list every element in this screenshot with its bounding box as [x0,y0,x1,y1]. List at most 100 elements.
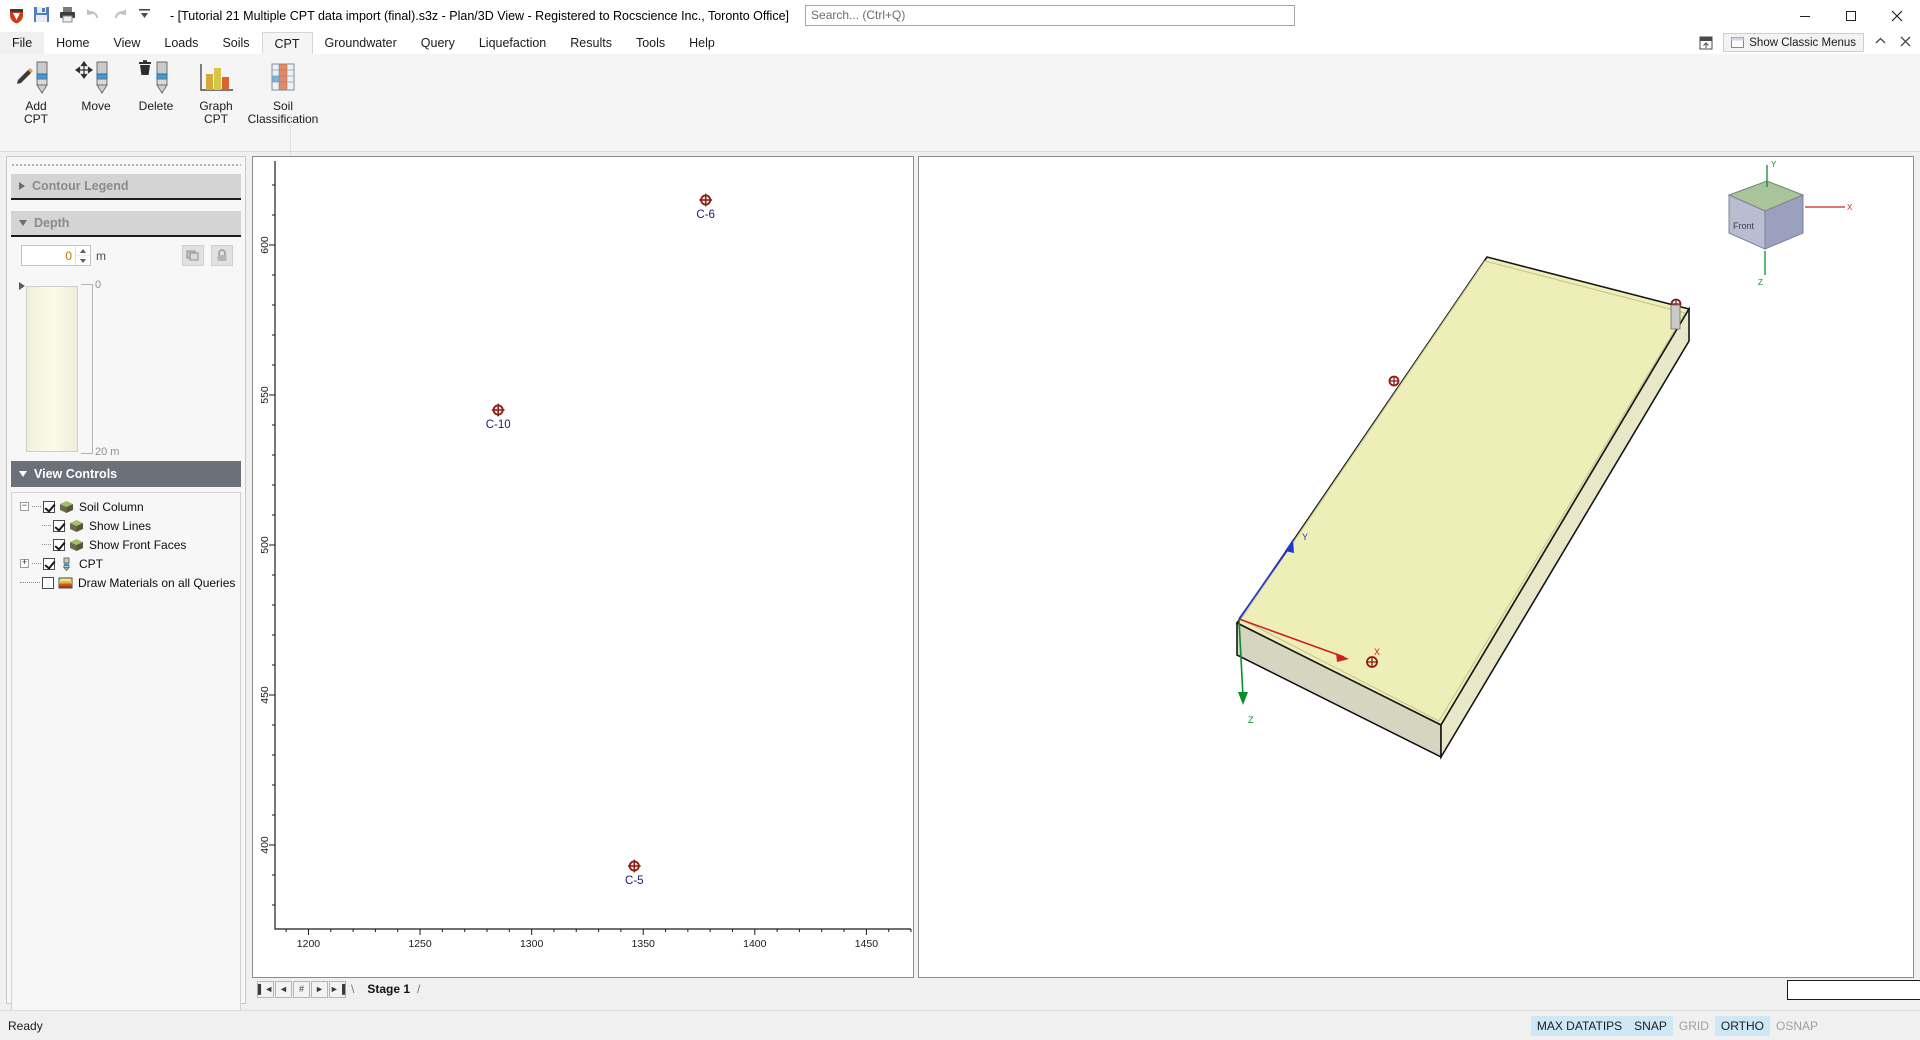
cpt-marker-3d-left-edge [1390,377,1399,386]
soil-column-checkbox[interactable] [43,501,55,513]
view-cube-widget: Front Y X Z [1729,160,1853,287]
tab-cpt[interactable]: CPT [262,32,313,54]
depth-tool-buttons [182,245,233,266]
depth-section-header[interactable]: Depth [11,211,241,237]
stage-number-button[interactable]: # [293,981,310,998]
depth-color-bar [26,286,78,452]
tab-loads[interactable]: Loads [152,32,210,54]
show-classic-menus-button[interactable]: Show Classic Menus [1723,33,1864,52]
previous-stage-button[interactable]: ◄ [275,981,292,998]
window-controls [1782,0,1920,32]
three-d-canvas[interactable]: X Y Z Front Y X Z [919,157,1913,977]
redo-icon[interactable] [111,6,130,25]
panel-drag-handle[interactable] [11,159,241,171]
cpt-point-c-6[interactable]: C-6 [696,194,715,221]
tree-item-draw-materials-on-all-queries[interactable]: Draw Materials on all Queries [20,575,240,590]
expand-expander-icon[interactable]: + [20,559,29,568]
view-controls-tree: − Soil Column Show Lines [11,492,241,1040]
stage-tab-stage-1[interactable]: Stage 1 [360,982,417,996]
depth-top-label: 0 [95,279,101,291]
x-axis-label: X [1374,647,1380,657]
delete-cpt-button[interactable]: Delete [126,54,186,113]
collapse-expander-icon[interactable]: − [20,502,29,511]
first-stage-button[interactable]: ▌◄ [257,981,274,998]
close-button[interactable] [1874,0,1920,32]
tab-results[interactable]: Results [558,32,624,54]
x-axis-tick-label: 1250 [408,938,432,950]
tab-groundwater[interactable]: Groundwater [313,32,409,54]
add-cpt-button[interactable]: Add CPT [6,54,66,126]
soil-classification-button[interactable]: Soil Classification [246,54,320,126]
depth-decrement-button[interactable] [76,256,90,265]
tab-home[interactable]: Home [44,32,101,54]
move-cpt-button[interactable]: Move [66,54,126,113]
next-stage-button[interactable]: ► [311,981,328,998]
undo-icon[interactable] [85,6,104,25]
cpt-point-c-5[interactable]: C-5 [625,860,644,887]
tab-view[interactable]: View [102,32,153,54]
print-icon[interactable] [59,6,78,25]
customize-quick-access-icon[interactable] [137,6,156,25]
tab-file[interactable]: File [0,32,44,54]
classic-menus-icon [1731,37,1744,48]
minimize-ribbon-icon[interactable] [1872,35,1889,50]
draw-materials-checkbox[interactable] [42,577,54,589]
tab-tools[interactable]: Tools [624,32,677,54]
contour-legend-section-header[interactable]: Contour Legend [11,174,241,200]
three-d-view-panel[interactable]: X Y Z Front Y X Z [918,156,1914,978]
tab-liquefaction[interactable]: Liquefaction [467,32,558,54]
application-window: - [Tutorial 21 Multiple CPT data import … [0,0,1920,1040]
status-flag-snap[interactable]: SNAP [1628,1016,1673,1036]
plan-view-panel[interactable]: 120012501300135014001450400450500550600 … [252,156,914,978]
tab-query[interactable]: Query [409,32,467,54]
depth-control-row: m [7,237,245,266]
tree-item-label: Soil Column [79,500,144,514]
depth-gradient-bar[interactable]: 0 20 m [19,278,234,458]
depth-stepper[interactable] [21,245,91,266]
cpt-probe-icon [59,557,74,571]
view-controls-section-header[interactable]: View Controls [11,461,241,487]
status-flag-max-datatips[interactable]: MAX DATATIPS [1531,1016,1628,1036]
tree-item-show-lines[interactable]: Show Lines [20,518,240,533]
y-axis-tick-label: 450 [259,686,271,704]
depth-increment-button[interactable] [76,246,90,256]
tree-item-cpt[interactable]: + CPT [20,556,240,571]
depth-slider-marker[interactable] [19,282,25,290]
tab-help[interactable]: Help [677,32,727,54]
maximize-button[interactable] [1828,0,1874,32]
close-document-icon[interactable] [1897,35,1914,50]
status-flag-osnap[interactable]: OSNAP [1770,1016,1824,1036]
save-icon[interactable] [33,6,52,25]
depth-input[interactable] [23,249,75,263]
tree-item-soil-column[interactable]: − Soil Column [20,499,240,514]
cpt-point-label: C-5 [625,875,644,887]
search-input[interactable]: Search... (Ctrl+Q) [805,5,1295,26]
tree-item-label: Show Front Faces [89,538,186,552]
show-lines-checkbox[interactable] [53,520,65,532]
minimize-button[interactable] [1782,0,1828,32]
y-axis-tick-label: 500 [259,536,271,554]
last-stage-button[interactable]: ►▐ [329,981,346,998]
cpt-checkbox[interactable] [43,558,55,570]
tree-item-label: Show Lines [89,519,151,533]
contour-legend-title: Contour Legend [32,179,129,193]
depth-stepper-arrows[interactable] [75,246,90,265]
plan-view-canvas[interactable]: 120012501300135014001450400450500550600 … [253,157,913,977]
z-axis-label: Z [1248,715,1254,725]
soil-classification-label: Soil Classification [248,100,319,126]
status-flag-ortho[interactable]: ORTHO [1715,1016,1770,1036]
tab-soils[interactable]: Soils [210,32,261,54]
show-front-faces-checkbox[interactable] [53,539,65,551]
y-axis-tick-label: 400 [259,836,271,854]
depth-copy-tool[interactable] [182,245,204,266]
add-cpt-label: Add CPT [24,100,48,126]
status-flag-grid[interactable]: GRID [1673,1016,1715,1036]
ribbon-display-options-icon[interactable] [1697,34,1715,52]
command-input[interactable] [1787,980,1920,1000]
cpt-point-c-10[interactable]: C-10 [486,404,511,431]
graph-cpt-button[interactable]: Graph CPT [186,54,246,126]
depth-lock-tool[interactable] [211,245,233,266]
left-side-panel: Contour Legend Depth m [6,156,246,1004]
tree-item-show-front-faces[interactable]: Show Front Faces [20,537,240,552]
app-logo-icon [7,6,26,25]
